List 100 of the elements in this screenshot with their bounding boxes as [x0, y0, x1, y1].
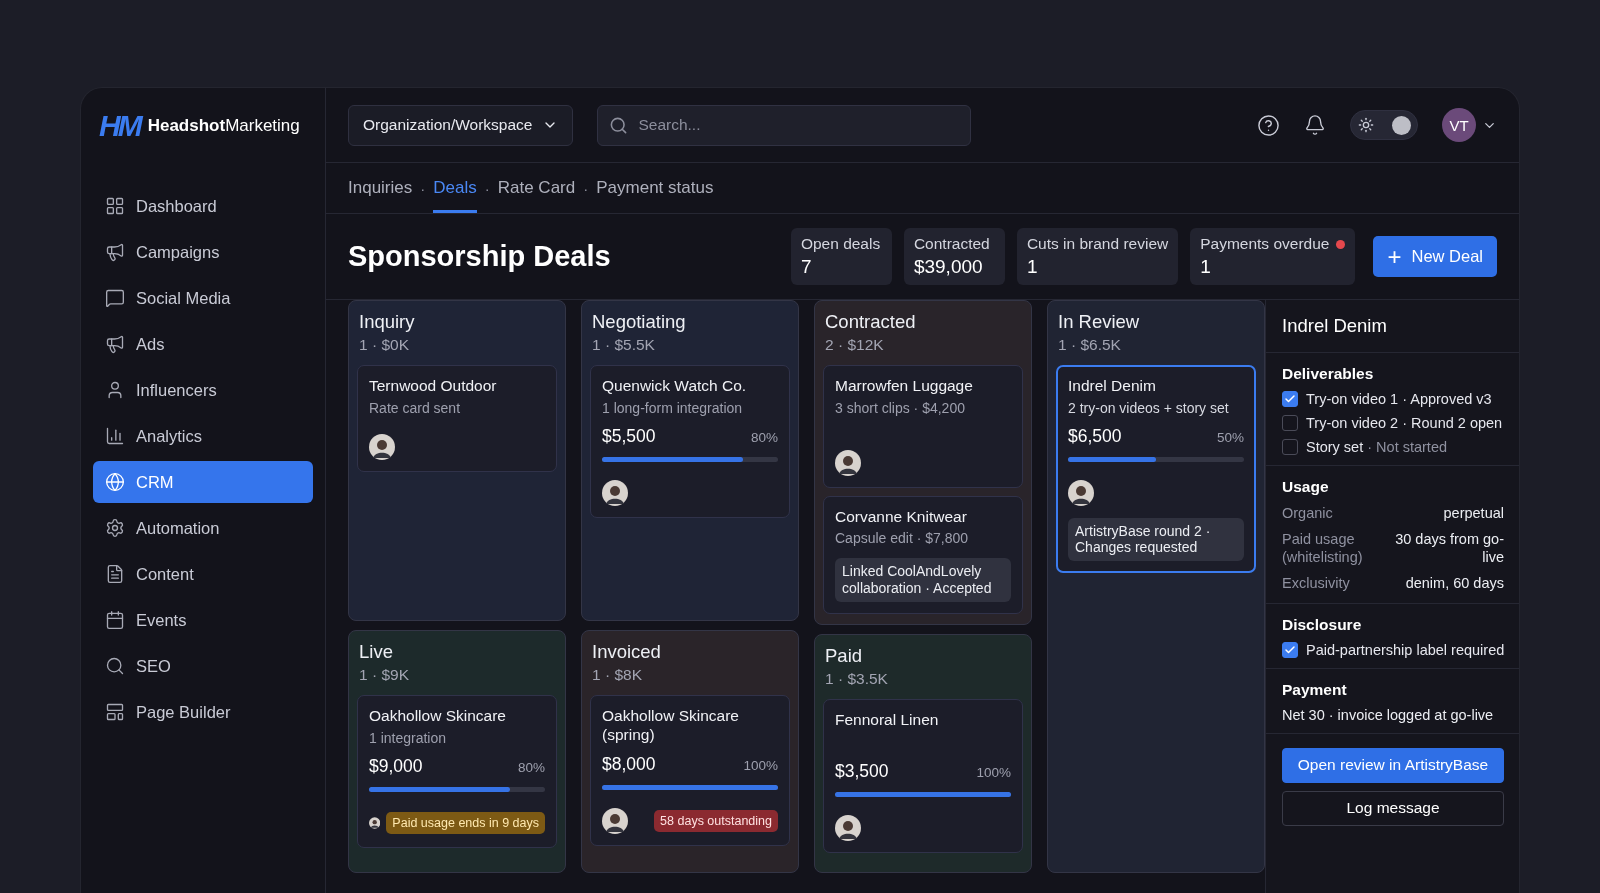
megaphone-icon: [105, 242, 125, 262]
logo-mark: HM: [99, 111, 140, 141]
theme-toggle[interactable]: [1350, 110, 1418, 140]
stage-title: Live: [359, 641, 394, 663]
usage-value: denim, 60 days: [1405, 574, 1504, 593]
tab[interactable]: Deals: [433, 163, 477, 213]
panel-title: Indrel Denim: [1266, 300, 1519, 353]
checkbox[interactable]: [1282, 641, 1298, 658]
stat-label: Open deals: [800, 235, 882, 253]
avatar-icon: [835, 449, 861, 476]
tab-separator: ·: [583, 178, 589, 199]
usage-key: Organic: [1282, 504, 1333, 523]
tab-separator: ·: [420, 178, 426, 199]
usage-key: Exclusivity: [1282, 574, 1350, 593]
nav-item[interactable]: Campaigns: [93, 231, 313, 273]
checkbox[interactable]: [1282, 391, 1298, 407]
search-field[interactable]: Search...: [597, 104, 972, 146]
deal-card[interactable]: Corvanne Knitwear Capsule edit · $7,800 Linked CoolAndLovely collaboration · Accepted: [823, 495, 1023, 614]
help-icon[interactable]: [1257, 113, 1280, 137]
stage-summary: 1 · $9K: [359, 666, 410, 684]
nav-item[interactable]: Dashboard: [93, 185, 313, 227]
nav-item[interactable]: Content: [93, 553, 313, 595]
avatar-icon: [1068, 479, 1094, 506]
grid-icon: [105, 196, 125, 216]
status-badge: Paid usage ends in 9 days: [386, 811, 545, 834]
deal-title: Corvanne Knitwear: [835, 507, 968, 527]
nav-item[interactable]: Analytics: [93, 415, 313, 457]
notification-icon[interactable]: [1304, 114, 1326, 136]
section-heading: Disclosure: [1282, 615, 1363, 634]
stat-label: Contracted: [913, 235, 991, 253]
nav-item[interactable]: Page Builder: [93, 691, 313, 733]
deal-title: Ternwood Outdoor: [369, 377, 498, 396]
megaphone-icon: [105, 334, 125, 354]
new-deal-button[interactable]: + New Deal: [1373, 236, 1497, 277]
deal-note: Linked CoolAndLovely collaboration · Accepted: [835, 558, 1011, 602]
stat-value: 7: [800, 256, 813, 278]
stage-title: Invoiced: [592, 641, 662, 663]
deal-note: ArtistryBase round 2 · Changes requested: [1068, 517, 1244, 562]
deal-card[interactable]: Fennoral Linen $3,500 100%: [823, 698, 1023, 854]
log-message-button[interactable]: Log message: [1282, 790, 1504, 826]
nav-item[interactable]: CRM: [93, 461, 313, 503]
globe-icon: [105, 472, 125, 492]
deal-title: Oakhollow Skincare (spring): [602, 707, 740, 745]
avatar-icon: [835, 815, 861, 842]
tab[interactable]: Inquiries: [348, 163, 413, 213]
deliverable-label: Story set · Not started: [1306, 439, 1448, 455]
document-icon: [105, 564, 125, 584]
page-title: Sponsorship Deals: [348, 240, 612, 273]
deal-title: Oakhollow Skincare: [369, 707, 507, 726]
stat-label: Cuts in brand review: [1026, 235, 1169, 253]
deal-subtitle: 3 short clips · $4,200: [835, 399, 966, 416]
deal-title: Marrowfen Luggage: [835, 377, 974, 396]
deal-title: Indrel Denim: [1068, 377, 1157, 396]
section-heading: Deliverables: [1282, 365, 1375, 383]
nav-item[interactable]: Influencers: [93, 369, 313, 411]
workspace-dropdown[interactable]: Organization/Workspace: [348, 104, 574, 146]
tab[interactable]: Rate Card: [497, 163, 576, 213]
chat-icon: [105, 288, 125, 308]
checkbox[interactable]: [1282, 415, 1298, 431]
deal-title: Quenwick Watch Co.: [602, 377, 748, 396]
status-badge: 58 days outstanding: [654, 810, 778, 833]
nav-item[interactable]: Events: [93, 599, 313, 641]
avatar-icon: [369, 433, 395, 460]
section-heading: Payment: [1282, 680, 1348, 699]
stat-value: 1: [1200, 256, 1212, 278]
deal-card[interactable]: Oakhollow Skincare 1 integration $9,000 80% Paid usage ends in 9 days: [357, 695, 557, 848]
stage-summary: 2 · $12K: [825, 336, 885, 354]
progress-percent: 50%: [1216, 429, 1244, 445]
open-review-button[interactable]: Open review in ArtistryBase: [1282, 747, 1504, 783]
deal-card[interactable]: Quenwick Watch Co. 1 long-form integration $5,500 80%: [590, 365, 790, 518]
checkbox[interactable]: [1282, 439, 1298, 455]
stage-title: Paid: [825, 644, 864, 667]
deal-amount: $8,000: [602, 754, 656, 776]
nav-item[interactable]: Social Media: [93, 277, 313, 319]
stage-title: In Review: [1058, 311, 1141, 333]
tab[interactable]: Payment status: [596, 163, 714, 213]
user-avatar[interactable]: VT: [1442, 108, 1476, 142]
search-icon: [609, 115, 629, 135]
deal-card[interactable]: Marrowfen Luggage 3 short clips · $4,200: [823, 365, 1023, 488]
nav-item[interactable]: Ads: [93, 323, 313, 365]
progress-percent: 80%: [750, 429, 778, 445]
stage-summary: 1 · $0K: [359, 336, 410, 354]
brand-name: HeadshotMarketing: [147, 116, 300, 136]
deal-card[interactable]: Indrel Denim 2 try-on videos + story set $6,500 50% ArtistryBase round 2 · Changes requested: [1056, 365, 1256, 574]
deal-card[interactable]: Oakhollow Skincare (spring) $8,000 100% 58 days outstanding: [590, 695, 790, 847]
deal-subtitle: 2 try-on videos + story set: [1068, 399, 1230, 416]
usage-key: Paid usage (whitelisting): [1282, 530, 1377, 567]
deal-subtitle: Capsule edit · $7,800: [835, 530, 970, 547]
progress-percent: 80%: [517, 759, 545, 775]
disclosure-label: Paid-partnership label required: [1306, 641, 1505, 658]
avatar-icon: [602, 808, 628, 835]
deal-title: Fennoral Linen: [835, 710, 940, 730]
nav-item[interactable]: SEO: [93, 645, 313, 687]
deal-card[interactable]: Ternwood Outdoor Rate card sent: [357, 365, 557, 472]
avatar-icon: [602, 479, 628, 506]
stage-summary: 1 · $6.5K: [1058, 336, 1122, 354]
nav-item[interactable]: Automation: [93, 507, 313, 549]
deal-amount: $6,500: [1068, 425, 1122, 447]
deal-amount: $9,000: [369, 755, 423, 777]
search-icon: [105, 656, 125, 676]
